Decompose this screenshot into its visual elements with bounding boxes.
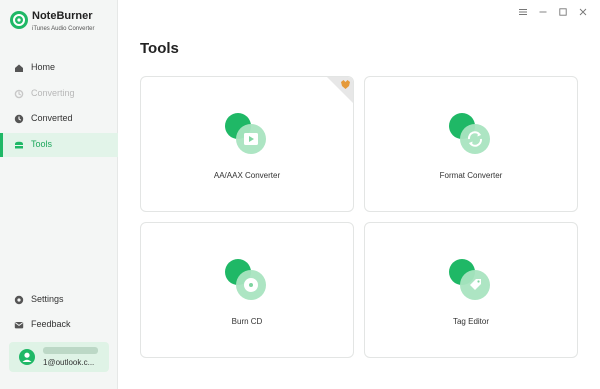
sidebar-item-settings[interactable]: Settings — [0, 288, 118, 312]
tool-card-aa-aax-converter[interactable]: AA/AAX Converter — [140, 76, 354, 212]
sidebar-item-label: Feedback — [31, 319, 71, 329]
sidebar-item-label: Home — [31, 62, 56, 72]
sidebar-item-label: Tools — [31, 139, 53, 149]
tool-card-label: Format Converter — [439, 171, 503, 180]
avatar — [19, 349, 35, 365]
tool-card-label: Tag Editor — [452, 317, 490, 326]
sidebar-item-label: Settings — [31, 294, 64, 304]
aa-aax-converter-art — [225, 113, 273, 161]
format-converter-art — [449, 113, 497, 161]
burn-cd-art — [225, 259, 273, 307]
noteburner-logo-icon — [10, 11, 28, 29]
sidebar-item-feedback[interactable]: Feedback — [0, 313, 118, 337]
clock-icon — [14, 114, 24, 124]
converting-icon — [14, 89, 24, 99]
refresh-icon — [467, 131, 483, 147]
sidebar-item-tools[interactable]: Tools — [0, 133, 118, 157]
gear-icon — [14, 295, 24, 305]
app-brand: NoteBurner iTunes Audio Converter — [10, 9, 115, 37]
toolbox-icon — [15, 141, 23, 149]
close-icon[interactable] — [578, 6, 588, 18]
tool-card-format-converter[interactable]: Format Converter — [364, 76, 578, 212]
menu-icon[interactable] — [518, 6, 528, 18]
sidebar-item-label: Converted — [31, 113, 73, 123]
fox-badge-icon — [341, 80, 350, 89]
tool-card-tag-editor[interactable]: Tag Editor — [364, 222, 578, 358]
tool-card-burn-cd[interactable]: Burn CD — [140, 222, 354, 358]
app-name: NoteBurner — [32, 10, 93, 22]
minimize-icon[interactable] — [538, 6, 548, 18]
account-email: 1@outlook.c... — [43, 358, 95, 367]
page-title: Tools — [140, 40, 179, 57]
window-controls — [518, 6, 588, 20]
home-icon — [15, 64, 23, 72]
sidebar-item-converting[interactable]: Converting — [0, 82, 118, 106]
mail-icon — [14, 322, 24, 329]
sidebar-item-home[interactable]: Home — [0, 56, 118, 80]
tool-card-label: Burn CD — [231, 317, 263, 326]
maximize-icon[interactable] — [558, 6, 568, 18]
tag-editor-art — [449, 259, 497, 307]
sidebar-item-converted[interactable]: Converted — [0, 107, 118, 131]
account-name-blurred — [43, 347, 98, 354]
sidebar: NoteBurner iTunes Audio Converter Home C… — [0, 0, 118, 389]
sidebar-item-label: Converting — [31, 88, 75, 98]
tool-card-label: AA/AAX Converter — [213, 171, 281, 180]
video-play-icon — [244, 133, 258, 145]
disc-icon — [244, 278, 258, 292]
tag-icon — [470, 279, 481, 290]
app-subtitle: iTunes Audio Converter — [32, 26, 95, 32]
account-card[interactable]: 1@outlook.c... — [9, 342, 109, 372]
